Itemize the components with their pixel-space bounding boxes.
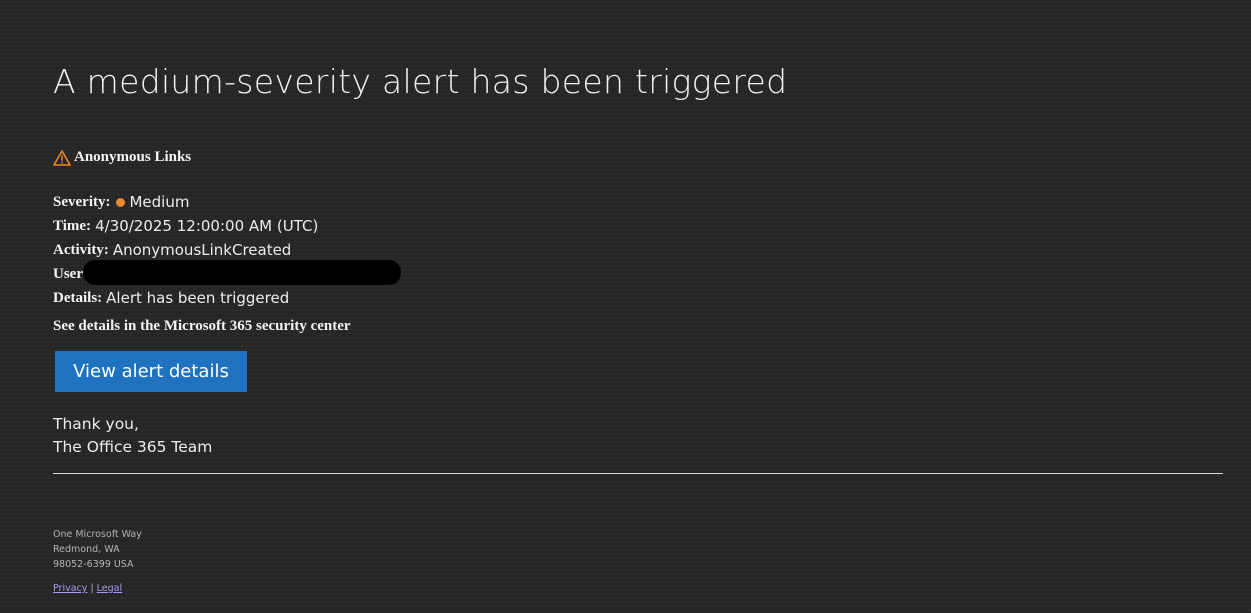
time-value: 4/30/2025 12:00:00 AM (UTC)	[95, 217, 319, 235]
severity-value: Medium	[129, 193, 190, 211]
activity-row: Activity: AnonymousLinkCreated	[53, 238, 401, 262]
alert-details-list: Severity: Medium Time: 4/30/2025 12:00:0…	[53, 190, 401, 310]
legal-link[interactable]: Legal	[97, 583, 122, 594]
address-line-zip: 98052-6399 USA	[53, 559, 134, 570]
activity-value: AnonymousLinkCreated	[112, 241, 292, 259]
details-value: Alert has been triggered	[106, 289, 290, 307]
signoff: Thank you, The Office 365 Team	[53, 413, 212, 459]
user-row: User	[53, 259, 401, 286]
activity-label: Activity:	[53, 242, 109, 258]
signoff-line-thanks: Thank you,	[53, 415, 139, 433]
alert-name: Anonymous Links	[74, 149, 192, 165]
footer-divider	[53, 473, 1223, 474]
security-center-note: See details in the Microsoft 365 securit…	[53, 318, 351, 334]
alert-name-row: Anonymous Links	[53, 149, 191, 166]
view-alert-details-button[interactable]: View alert details	[55, 351, 247, 392]
footer-link-separator: |	[90, 583, 94, 594]
address-line-city: Redmond, WA	[53, 544, 120, 555]
footer-links: Privacy | Legal	[53, 583, 122, 594]
time-row: Time: 4/30/2025 12:00:00 AM (UTC)	[53, 214, 401, 238]
severity-label: Severity:	[53, 194, 111, 210]
redacted-user-value	[83, 259, 401, 285]
time-label: Time:	[53, 218, 92, 234]
footer-address: One Microsoft Way Redmond, WA 98052-6399…	[53, 527, 142, 572]
privacy-link[interactable]: Privacy	[53, 583, 87, 594]
warning-triangle-icon	[53, 149, 71, 166]
details-row: Details: Alert has been triggered	[53, 286, 401, 310]
user-label: User	[53, 266, 83, 282]
severity-row: Severity: Medium	[53, 190, 401, 214]
signoff-line-team: The Office 365 Team	[53, 438, 213, 456]
address-line-street: One Microsoft Way	[53, 529, 142, 540]
details-label: Details:	[53, 290, 103, 306]
alert-title: A medium-severity alert has been trigger…	[53, 62, 788, 101]
severity-dot-icon	[116, 197, 126, 207]
